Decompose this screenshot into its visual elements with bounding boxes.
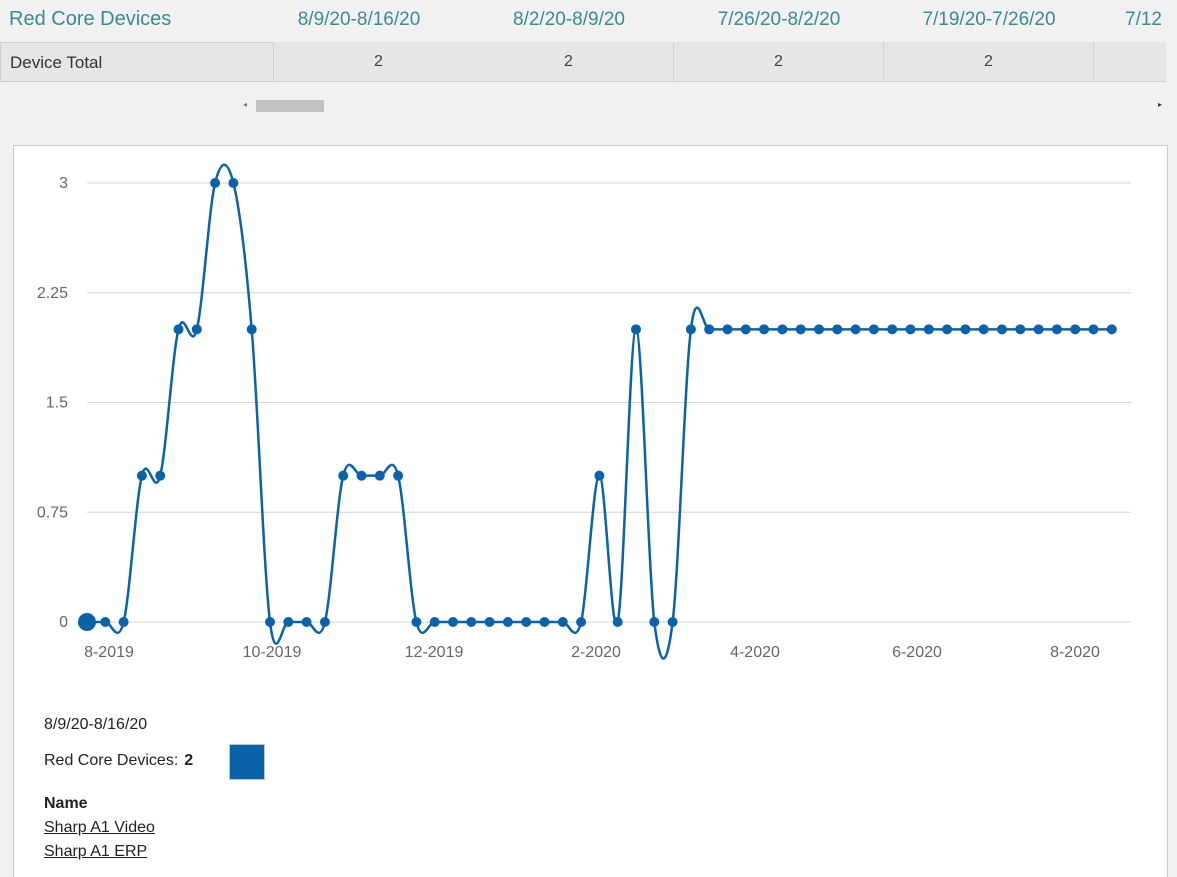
data-point [191,324,202,335]
data-point [78,613,96,631]
y-tick-label: 1.5 [46,395,68,412]
data-point [594,470,605,481]
table-cell: 2 [674,42,884,82]
column-header-week-5[interactable]: 7/12 [1125,9,1177,31]
data-point [557,617,568,627]
column-header-week-1[interactable]: 8/9/20-8/16/20 [254,9,464,31]
data-point [868,324,879,335]
data-point [393,470,404,481]
column-header-week-2[interactable]: 8/2/20-8/9/20 [464,9,674,31]
line-chart: 3 2.25 1.5 0.75 0 8-2019 10-2019 12-2019 2-2020 4… [37,163,1131,661]
table-cell: 2 [464,42,674,82]
data-point [978,324,989,335]
data-point [942,324,953,335]
data-point [448,617,458,627]
data-point [777,324,788,335]
data-point [850,324,861,335]
data-point [136,470,147,481]
data-point [832,324,843,335]
x-tick-label: 6-2020 [892,644,942,661]
table-cell: 2 [274,42,484,82]
y-tick-label: 3 [59,175,68,192]
data-point [704,324,715,335]
data-point [795,324,806,335]
x-tick-label: 12-2019 [405,644,464,661]
data-point [411,617,422,627]
data-point [923,324,934,335]
y-tick-label: 0.75 [37,504,68,521]
series-value: 2 [184,752,194,769]
data-point [722,324,733,335]
data-point [887,324,898,335]
column-header-week-3[interactable]: 7/26/20-8/2/20 [674,9,884,31]
data-point [1033,324,1044,335]
data-point [319,617,330,627]
data-point [228,178,239,188]
data-point [155,470,166,481]
horizontal-scrollbar[interactable]: ◂ ▸ [240,97,1165,115]
table-header-row: Red Core Devices 8/9/20-8/16/20 8/2/20-8… [0,0,1177,42]
data-point [173,324,184,335]
data-point [1070,324,1081,335]
page: Red Core Devices 8/9/20-8/16/20 8/2/20-8… [0,0,1177,877]
data-point [960,324,971,335]
row-label-device-total: Device Total [0,42,274,82]
table-cell [1094,42,1166,82]
y-tick-label: 2.25 [37,285,68,302]
x-tick-label: 8-2019 [84,644,134,661]
data-point [301,617,312,627]
x-tick-label: 8-2020 [1050,644,1100,661]
table-row: Device Total 2 2 2 2 [0,42,1166,82]
data-point [429,617,440,627]
data-point [1051,324,1062,335]
data-point [118,617,129,627]
data-point [667,617,678,627]
series-line [86,163,1112,660]
x-tick-label: 10-2019 [243,644,302,661]
data-point [466,617,477,627]
data-point [356,470,367,481]
data-point [502,617,513,627]
data-point [576,617,587,627]
x-tick-label: 4-2020 [730,644,780,661]
data-point [631,324,641,335]
y-tick-label: 0 [59,614,68,631]
series-value-readout: Red Core Devices: 2 [44,752,193,770]
metric-title: Red Core Devices [9,8,172,30]
data-point [100,617,111,627]
data-point [905,324,916,335]
table-cell: 2 [884,42,1094,82]
selected-week-label: 8/9/20-8/16/20 [44,716,148,733]
data-point [1106,324,1117,335]
data-point [759,324,770,335]
data-point [283,617,294,627]
scroll-left-arrow-icon[interactable]: ◂ [243,100,247,109]
series-color-swatch [229,744,265,780]
device-link[interactable]: Sharp A1 ERP [44,843,147,861]
name-column-heading: Name [44,795,88,812]
column-header-week-4[interactable]: 7/19/20-7/26/20 [884,9,1094,31]
data-point [374,470,385,481]
scrollbar-thumb[interactable] [256,100,324,112]
data-point [338,470,349,481]
x-tick-label: 2-2020 [571,644,621,661]
device-link[interactable]: Sharp A1 Video [44,819,155,837]
data-point [997,324,1007,335]
data-point [740,324,751,335]
data-point [1015,324,1026,335]
scroll-right-arrow-icon[interactable]: ▸ [1158,100,1162,109]
data-point [265,617,275,627]
data-point [539,617,550,627]
data-point [685,324,696,335]
data-point [484,617,495,627]
data-point [210,178,221,188]
data-point [612,617,623,627]
data-point [649,617,660,627]
data-point [521,617,532,627]
data-point [814,324,824,335]
series-label: Red Core Devices: [44,752,179,769]
data-point [246,324,257,335]
data-point [1088,324,1099,335]
